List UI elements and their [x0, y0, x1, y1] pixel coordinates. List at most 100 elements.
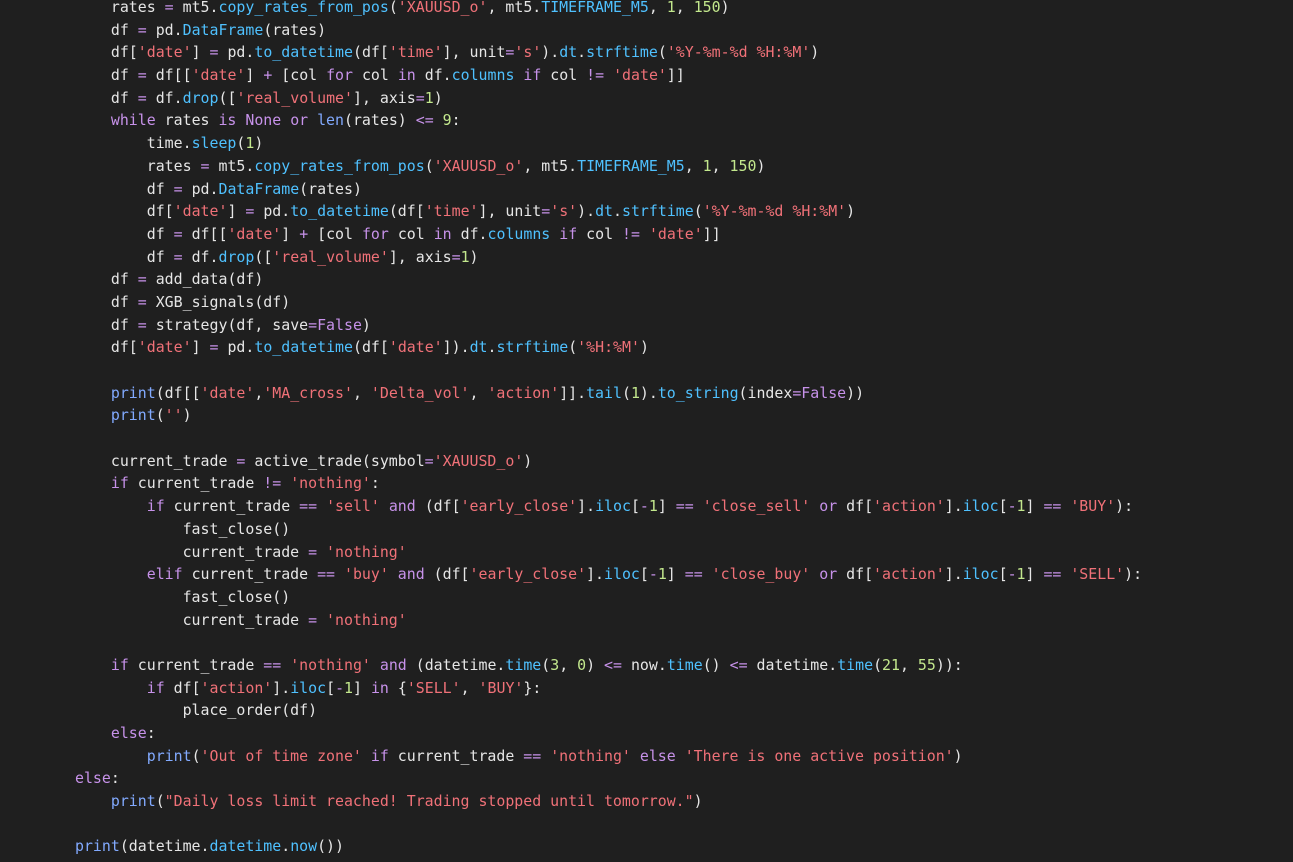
code-token: 'XAUUSD_o'	[433, 156, 524, 175]
code-token: (	[424, 156, 434, 175]
code-token: 1	[648, 497, 658, 516]
code-token: ,	[648, 0, 667, 16]
code-token: 'early_close'	[469, 565, 587, 584]
code-token: '%H:%M'	[577, 338, 640, 357]
code-token: 'date'	[137, 338, 192, 357]
code-token: datetime	[209, 837, 282, 856]
code-token: 'nothing'	[326, 610, 407, 629]
code-token: 1	[702, 156, 712, 175]
code-token: rates	[164, 111, 219, 130]
code-token: =	[137, 20, 156, 39]
code-token: ):	[1124, 565, 1143, 584]
code-token: 'time'	[388, 43, 443, 62]
code-token: ([	[254, 247, 273, 266]
code-token: 'real_volume'	[272, 247, 389, 266]
code-token: else	[75, 769, 111, 788]
code-token: +	[299, 224, 318, 243]
code-line: df = add_data(df)	[75, 268, 1142, 291]
code-token: (	[693, 202, 703, 221]
code-token: )	[433, 88, 443, 107]
code-token: )	[953, 746, 963, 765]
code-text-area[interactable]: rates = mt5.copy_rates_from_pos('XAUUSD_…	[75, 0, 1142, 858]
code-token: (	[236, 134, 246, 153]
code-token: columns	[487, 224, 560, 243]
code-token: ], unit	[442, 43, 506, 62]
code-token: =	[308, 610, 327, 629]
code-token: if	[110, 655, 138, 674]
code-token: :	[146, 724, 156, 742]
code-token: in	[433, 224, 461, 243]
code-token: =	[541, 202, 551, 221]
code-token: , mt5.	[487, 0, 542, 16]
code-token: 'SELL'	[1070, 565, 1125, 584]
code-token: 'nothing'	[326, 542, 407, 561]
code-token: 'BUY'	[478, 678, 524, 697]
code-token: ''	[164, 406, 183, 425]
code-token: df[	[846, 565, 874, 584]
code-token: if	[146, 497, 174, 516]
code-token: print	[110, 406, 156, 425]
code-token: )	[693, 792, 703, 811]
code-line: rates = mt5.copy_rates_from_pos('XAUUSD_…	[75, 0, 1142, 19]
code-token: df	[110, 20, 138, 39]
code-token: [	[998, 565, 1008, 584]
code-token: [	[630, 497, 640, 516]
code-token: mt5.	[182, 0, 219, 16]
code-token: 'date'	[227, 224, 282, 243]
code-token: 1	[424, 88, 434, 107]
code-token: {	[397, 678, 407, 697]
code-line: print("Daily loss limit reached! Trading…	[75, 790, 1142, 813]
code-token: <=	[604, 655, 631, 674]
code-token: len	[317, 111, 344, 130]
code-token: (df[	[388, 202, 425, 221]
code-token: col	[550, 66, 587, 85]
code-token: ==	[1043, 497, 1071, 516]
code-line: print(datetime.datetime.now())	[75, 835, 1142, 858]
code-token: strftime	[586, 43, 658, 62]
code-token: DataFrame	[182, 20, 264, 39]
code-token: strftime	[622, 202, 694, 221]
code-token: 1	[1016, 497, 1026, 516]
code-token: ,	[469, 383, 488, 402]
code-token: 'action'	[200, 678, 273, 697]
code-token: [	[998, 497, 1008, 516]
code-line: df['date'] = pd.to_datetime(df['time'], …	[75, 200, 1142, 223]
code-token: print	[110, 792, 156, 811]
code-token: ]].	[559, 383, 587, 402]
code-line: else:	[75, 722, 1142, 745]
code-line: time.sleep(1)	[75, 132, 1142, 155]
code-token: print	[75, 837, 120, 856]
code-token: ]	[245, 66, 264, 85]
code-editor[interactable]: rates = mt5.copy_rates_from_pos('XAUUSD_…	[0, 0, 1293, 862]
code-token: for	[361, 224, 398, 243]
code-token: 1	[666, 0, 676, 16]
code-token: ]	[353, 678, 371, 697]
code-token: 'date'	[191, 66, 246, 85]
code-line: df = strategy(df, save=False)	[75, 314, 1142, 337]
code-token: 3	[550, 655, 560, 674]
code-token: to_datetime	[290, 202, 389, 221]
code-token: =	[236, 451, 255, 470]
code-token: ())	[317, 837, 344, 856]
code-token: (	[873, 655, 883, 674]
code-token: 1	[344, 678, 353, 697]
code-token: current_trade	[137, 655, 264, 674]
code-token: (datetime.	[415, 655, 506, 674]
code-token: :	[110, 769, 120, 788]
code-token: (	[621, 383, 631, 402]
code-token: ], unit	[478, 202, 542, 221]
code-token: 'nothing'	[550, 746, 640, 765]
